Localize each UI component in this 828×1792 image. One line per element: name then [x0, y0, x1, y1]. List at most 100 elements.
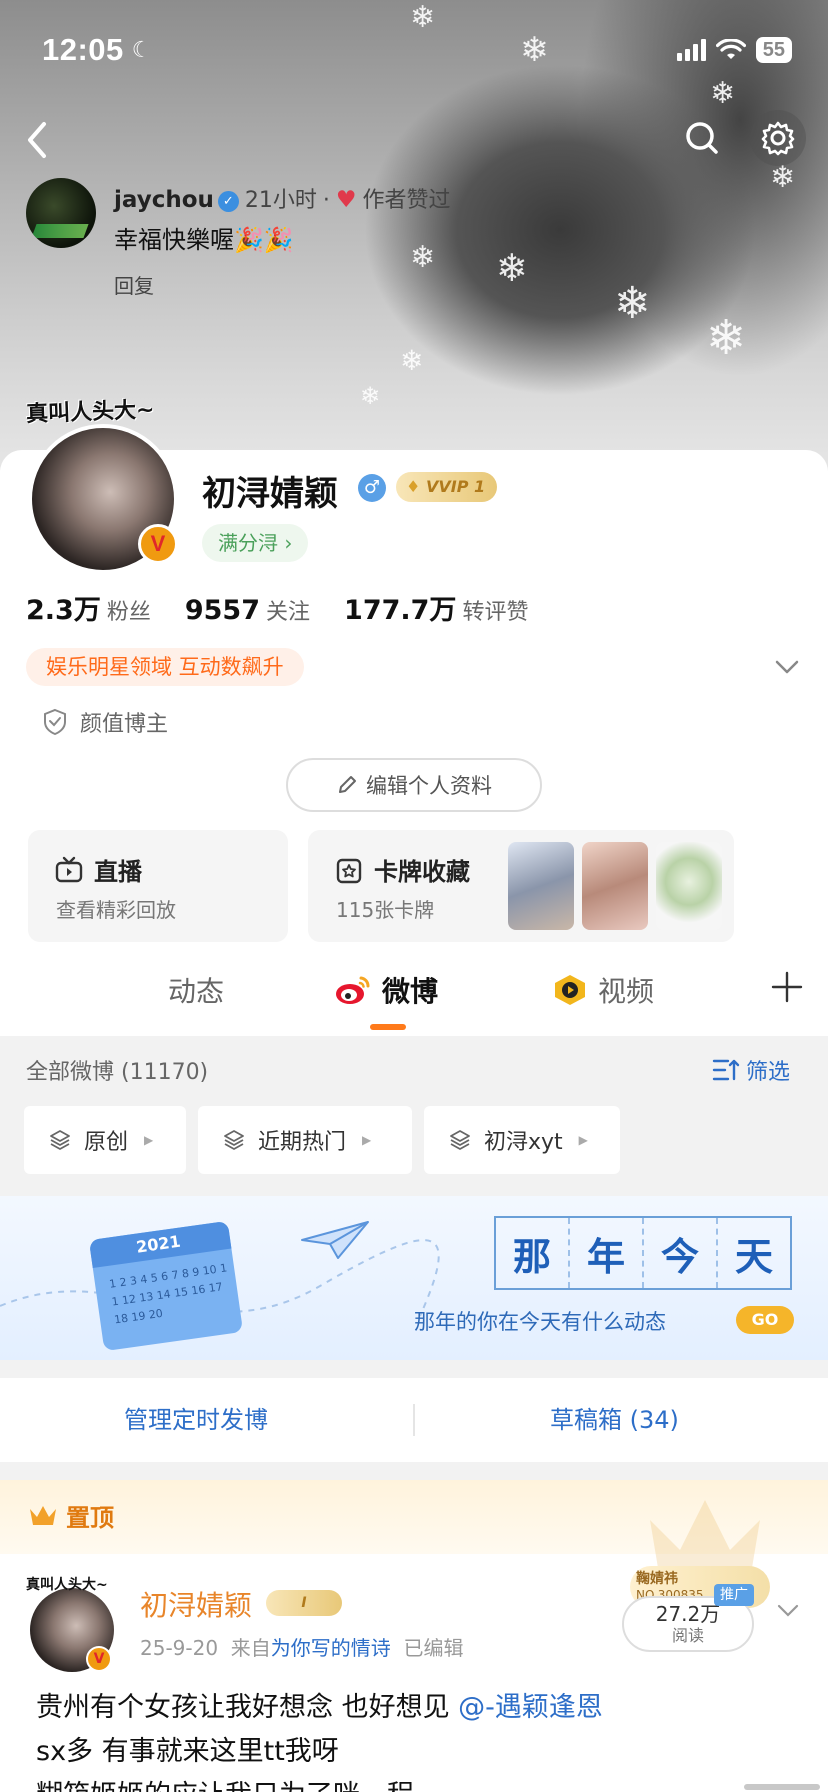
battery-icon: 55: [755, 37, 792, 63]
go-button[interactable]: GO: [736, 1306, 794, 1334]
verified-icon: ✓: [217, 191, 239, 212]
comment-text: 幸福快樂喔🎉🎉: [114, 226, 294, 254]
search-button[interactable]: [674, 110, 730, 166]
search-icon: [686, 122, 718, 154]
status-bar: 12:05 ☾ 55: [42, 30, 792, 70]
score-tag[interactable]: 满分浔 ›: [202, 524, 309, 562]
on-this-day-banner[interactable]: 2021 1 2 3 4 5 6 7 8 9 10 11 12 13 14 15…: [0, 1196, 828, 1360]
tab-dynamics[interactable]: 动态: [168, 970, 224, 1010]
profile-tabs: 动态 微博 视频: [0, 954, 828, 1036]
tab-video[interactable]: 视频: [552, 970, 654, 1010]
back-arrow-icon[interactable]: [22, 118, 52, 162]
layers-icon: [50, 1130, 70, 1150]
divider: [413, 1404, 415, 1436]
profile-avatar[interactable]: 真叫人头大~ V: [24, 398, 180, 574]
layers-icon: [450, 1130, 470, 1150]
scheduled-posts-button[interactable]: 管理定时发博: [124, 1378, 268, 1462]
filter-button[interactable]: 筛选: [712, 1054, 790, 1086]
crown-icon: [30, 1505, 56, 1525]
weibo-logo-icon: [336, 976, 370, 1004]
pinned-post[interactable]: 置顶 真叫人头大~ V 初浔婧颖 I 25-9-20 来自为你写的情诗 已编辑 …: [0, 1480, 828, 1792]
caret-right-icon: ▶: [362, 1133, 372, 1147]
live-tile[interactable]: 直播 查看精彩回放: [28, 830, 288, 942]
video-badge-icon: [555, 975, 585, 1005]
calendar-icon: 2021 1 2 3 4 5 6 7 8 9 10 11 12 13 14 15…: [88, 1220, 244, 1352]
status-time: 12:05: [42, 32, 124, 67]
drafts-button[interactable]: 草稿箱 (34): [550, 1378, 679, 1462]
snowflake-icon: ❄: [496, 246, 528, 290]
member-badge: I: [266, 1590, 342, 1616]
comment-avatar[interactable]: [26, 178, 96, 248]
filter-icon: [712, 1059, 740, 1081]
plus-icon[interactable]: [770, 970, 804, 1004]
live-subtitle: 查看精彩回放: [56, 898, 176, 922]
verified-v-badge: V: [86, 1646, 112, 1672]
heart-icon: ♥: [335, 187, 357, 213]
snowflake-icon: ❄: [400, 344, 424, 377]
category-row: 颜值博主: [42, 706, 168, 738]
card-thumbnail: [582, 842, 648, 930]
post-source-link[interactable]: 为你写的情诗: [271, 1636, 391, 1660]
mention-link[interactable]: @-遇颖逢恩: [458, 1692, 603, 1723]
post-author-name[interactable]: 初浔婧颖: [140, 1584, 252, 1624]
post-body: 贵州有个女孩让我好想念 也好想见 @-遇颖逢恩 sx多 有事就来这里tt我呀 糊…: [36, 1692, 603, 1792]
promote-badge[interactable]: 推广: [714, 1584, 754, 1606]
chevron-down-icon[interactable]: [774, 654, 800, 680]
card-collection-subtitle: 115张卡牌: [336, 898, 435, 922]
card-thumbnail: [508, 842, 574, 930]
reply-button[interactable]: 回复: [114, 270, 154, 299]
banner-subtitle: 那年的你在今天有什么动态: [414, 1310, 666, 1334]
edit-profile-label: 编辑个人资料: [366, 774, 492, 798]
card-collection-title: 卡牌收藏: [374, 858, 470, 886]
stat-following[interactable]: 9557 关注: [185, 594, 310, 626]
snowflake-icon: ❄: [360, 382, 381, 410]
avatar-tag: 真叫人头大~: [25, 397, 155, 428]
post-author-avatar[interactable]: 真叫人头大~ V: [26, 1574, 122, 1678]
post-meta: 25-9-20 来自为你写的情诗 已编辑: [140, 1636, 464, 1660]
signal-icon: [676, 39, 706, 61]
weibo-count: 全部微博 (11170): [26, 1060, 209, 1085]
post-actions-bar: 管理定时发博 草稿箱 (34): [0, 1378, 828, 1462]
vvip-badge[interactable]: VVIP 1: [396, 472, 498, 502]
chip-xyt[interactable]: 初浔xyt ▶: [424, 1106, 620, 1174]
snowflake-icon: ❄: [410, 240, 436, 275]
on-this-day-title: 那 年 今 天: [494, 1216, 792, 1290]
caret-right-icon: ▶: [578, 1133, 588, 1147]
stat-interactions[interactable]: 177.7万 转评赞: [344, 588, 528, 627]
chevron-down-icon[interactable]: [776, 1598, 800, 1622]
tab-weibo[interactable]: 微博: [334, 970, 438, 1010]
comment-header: jaychou ✓ 21小时 · ♥ 作者赞过: [114, 187, 451, 213]
caret-right-icon: ▶: [144, 1133, 154, 1147]
card-collection-tile[interactable]: 卡牌收藏 115张卡牌: [308, 830, 734, 942]
card-icon: [336, 858, 362, 883]
verified-v-badge: V: [138, 524, 178, 564]
live-title: 直播: [94, 858, 142, 886]
paper-plane-icon: [301, 1221, 369, 1259]
comment-username[interactable]: jaychou: [114, 187, 214, 213]
wifi-icon: [715, 39, 746, 59]
tv-icon: [55, 856, 83, 882]
shield-icon: [44, 708, 66, 736]
domain-tag[interactable]: 娱乐明星领域 互动数飙升: [26, 648, 304, 686]
chip-original[interactable]: 原创 ▶: [24, 1106, 186, 1174]
stat-followers[interactable]: 2.3万 粉丝: [26, 588, 151, 627]
pinned-label: 置顶: [28, 1498, 114, 1533]
edit-profile-button[interactable]: 编辑个人资料: [286, 758, 542, 812]
snowflake-icon: ❄: [710, 76, 736, 111]
settings-button[interactable]: [750, 110, 806, 166]
profile-stats: 2.3万 粉丝 9557 关注 177.7万 转评赞: [26, 588, 528, 627]
home-indicator: [744, 1784, 820, 1790]
comment-time: 21小时: [244, 188, 317, 213]
snowflake-icon: ❄: [614, 278, 651, 329]
category-label: 颜值博主: [80, 712, 169, 737]
snowflake-icon: ❄: [706, 310, 747, 366]
gear-icon: [761, 121, 795, 156]
male-gender-icon: ♂: [358, 474, 386, 502]
moon-icon: ☾: [131, 37, 152, 63]
filter-label: 筛选: [746, 1060, 791, 1085]
pencil-icon: [339, 776, 356, 793]
author-liked: 作者赞过: [362, 188, 451, 213]
active-tab-indicator: [370, 1024, 406, 1030]
chip-recent-hot[interactable]: 近期热门 ▶: [198, 1106, 412, 1174]
profile-name: 初浔婧颖: [202, 474, 338, 514]
